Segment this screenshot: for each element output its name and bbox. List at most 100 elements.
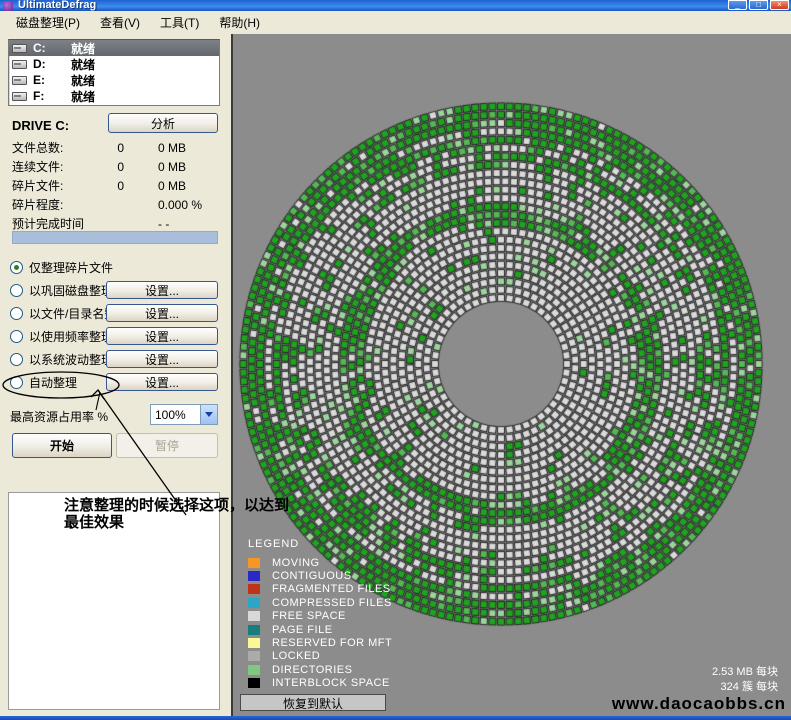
menu-item-defrag[interactable]: 磁盘整理(P) xyxy=(6,11,90,34)
menu-bar: 磁盘整理(P)查看(V)工具(T)帮助(H) xyxy=(0,11,791,34)
legend-label: DIRECTORIES xyxy=(272,664,352,676)
radio-button[interactable] xyxy=(10,284,23,297)
drive-icon xyxy=(12,60,27,69)
chevron-down-icon xyxy=(205,412,213,417)
title-bar: UltimateDefrag _ □ × xyxy=(0,0,791,11)
stat-label: 文件总数: xyxy=(12,139,108,156)
cluster-size-label: 324 簇 每块 xyxy=(712,680,778,695)
annotation-line2: 最佳效果 xyxy=(64,514,289,531)
method-option-row: 自动整理设置... xyxy=(10,371,222,394)
drive-icon xyxy=(12,44,27,53)
resource-usage-combobox[interactable]: 100% xyxy=(150,404,218,425)
stat-count: 0 xyxy=(108,141,124,155)
drive-row[interactable]: D:就绪 xyxy=(9,56,219,72)
minimize-button[interactable]: _ xyxy=(728,0,747,10)
legend-label: MOVING xyxy=(272,557,320,569)
stat-size: 0 MB xyxy=(158,141,186,155)
drive-name: D: xyxy=(33,57,71,71)
method-label: 以系统波动整理 xyxy=(29,351,113,368)
combobox-arrow-button[interactable] xyxy=(200,405,217,424)
maximize-button[interactable]: □ xyxy=(749,0,768,10)
window-title: UltimateDefrag xyxy=(18,0,96,11)
settings-button[interactable]: 设置... xyxy=(106,281,218,299)
settings-button[interactable]: 设置... xyxy=(106,350,218,368)
legend-label: COMPRESSED FILES xyxy=(272,597,392,609)
menu-item-help[interactable]: 帮助(H) xyxy=(209,11,270,34)
drive-icon xyxy=(12,92,27,101)
drive-row[interactable]: F:就绪 xyxy=(9,88,219,104)
resource-usage-label: 最高资源占用率 % xyxy=(10,408,108,425)
legend-item: INTERBLOCK SPACE xyxy=(248,677,392,690)
radio-button[interactable] xyxy=(10,261,23,274)
radio-button[interactable] xyxy=(10,307,23,320)
stat-count: 0 xyxy=(108,179,124,193)
menu-item-tools[interactable]: 工具(T) xyxy=(150,11,209,34)
stat-label: 碎片程度: xyxy=(12,196,108,213)
drive-row[interactable]: E:就绪 xyxy=(9,72,219,88)
method-label: 以使用频率整理 xyxy=(29,328,113,345)
control-panel: C:就绪D:就绪E:就绪F:就绪 DRIVE C: 分析 文件总数:00 MB连… xyxy=(0,34,231,716)
restore-defaults-button[interactable]: 恢复到默认 xyxy=(240,694,386,711)
method-option-row: 以使用频率整理设置... xyxy=(10,325,222,348)
legend-item: MOVING xyxy=(248,556,392,569)
stat-row: 碎片文件:0 0 MB xyxy=(12,176,220,195)
annotation-text: 注意整理的时候选择这项，以达到 最佳效果 xyxy=(64,497,289,531)
legend-swatch xyxy=(248,651,260,661)
drive-row[interactable]: C:就绪 xyxy=(9,40,219,56)
radio-button[interactable] xyxy=(10,330,23,343)
menu-item-view[interactable]: 查看(V) xyxy=(90,11,150,34)
drive-status: 就绪 xyxy=(71,40,95,57)
legend-label: INTERBLOCK SPACE xyxy=(272,677,390,689)
legend-label: PAGE FILE xyxy=(272,624,333,636)
method-option-row: 以文件/目录名整理设置... xyxy=(10,302,222,325)
legend-item: FRAGMENTED FILES xyxy=(248,583,392,596)
legend-label: FREE SPACE xyxy=(272,610,346,622)
drive-status: 就绪 xyxy=(71,72,95,89)
legend-swatch xyxy=(248,638,260,648)
legend-swatch xyxy=(248,584,260,594)
legend-swatch xyxy=(248,625,260,635)
drive-title: DRIVE C: xyxy=(12,118,69,133)
stat-size: - - xyxy=(158,217,169,231)
stat-label: 连续文件: xyxy=(12,158,108,175)
progress-bar xyxy=(12,231,218,244)
method-option-row: 以系统波动整理设置... xyxy=(10,348,222,371)
legend-swatch xyxy=(248,598,260,608)
drive-status: 就绪 xyxy=(71,88,95,105)
legend-label: RESERVED FOR MFT xyxy=(272,637,392,649)
block-info: 2.53 MB 每块 324 簇 每块 xyxy=(712,665,778,695)
legend-items: MOVINGCONTIGUOUSFRAGMENTED FILESCOMPRESS… xyxy=(248,556,392,690)
stat-row: 文件总数:0 0 MB xyxy=(12,138,220,157)
stat-label: 预计完成时间 xyxy=(12,215,108,232)
drive-icon xyxy=(12,76,27,85)
pause-button[interactable]: 暂停 xyxy=(116,433,218,458)
stats-table: 文件总数:00 MB连续文件:00 MB碎片文件:00 MB碎片程度:0.000… xyxy=(12,138,220,233)
drive-name: F: xyxy=(33,89,71,103)
app-icon xyxy=(3,1,13,11)
drive-list[interactable]: C:就绪D:就绪E:就绪F:就绪 xyxy=(8,39,220,106)
app-window: UltimateDefrag _ □ × 磁盘整理(P)查看(V)工具(T)帮助… xyxy=(0,0,791,720)
legend-item: PAGE FILE xyxy=(248,623,392,636)
settings-button[interactable]: 设置... xyxy=(106,304,218,322)
legend-item: LOCKED xyxy=(248,650,392,663)
drive-name: C: xyxy=(33,41,71,55)
settings-button[interactable]: 设置... xyxy=(106,327,218,345)
legend-label: LOCKED xyxy=(272,650,320,662)
stat-size: 0 MB xyxy=(158,160,186,174)
legend-swatch xyxy=(248,678,260,688)
block-size-label: 2.53 MB 每块 xyxy=(712,665,778,680)
method-option-row: 仅整理碎片文件 xyxy=(10,256,222,279)
legend: LEGEND MOVINGCONTIGUOUSFRAGMENTED FILESC… xyxy=(248,538,392,690)
watermark: www.daocaobbs.cn xyxy=(612,694,786,714)
stat-size: 0 MB xyxy=(158,179,186,193)
radio-button[interactable] xyxy=(10,376,23,389)
close-button[interactable]: × xyxy=(770,0,789,10)
settings-button[interactable]: 设置... xyxy=(106,373,218,391)
analyze-button[interactable]: 分析 xyxy=(108,113,218,133)
start-button[interactable]: 开始 xyxy=(12,433,112,458)
radio-button[interactable] xyxy=(10,353,23,366)
legend-item: CONTIGUOUS xyxy=(248,569,392,582)
annotation-line1: 注意整理的时候选择这项，以达到 xyxy=(64,497,289,514)
disk-map-panel: LEGEND MOVINGCONTIGUOUSFRAGMENTED FILESC… xyxy=(231,34,791,716)
stat-label: 碎片文件: xyxy=(12,177,108,194)
